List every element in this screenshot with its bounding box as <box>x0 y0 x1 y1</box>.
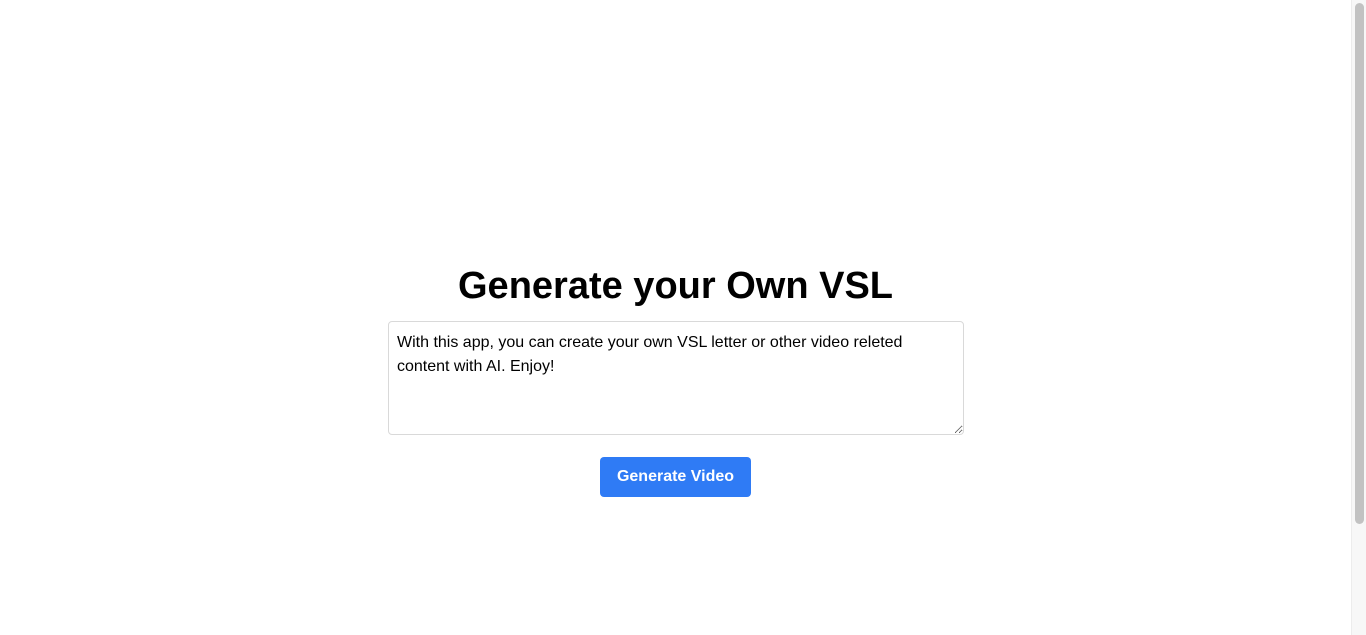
scrollbar-thumb[interactable] <box>1355 3 1364 524</box>
page-title: Generate your Own VSL <box>458 265 893 307</box>
vertical-scrollbar[interactable] <box>1351 0 1366 635</box>
prompt-textarea[interactable] <box>388 321 964 435</box>
page: Generate your Own VSL Generate Video <box>0 0 1366 635</box>
generate-video-button[interactable]: Generate Video <box>600 457 751 497</box>
